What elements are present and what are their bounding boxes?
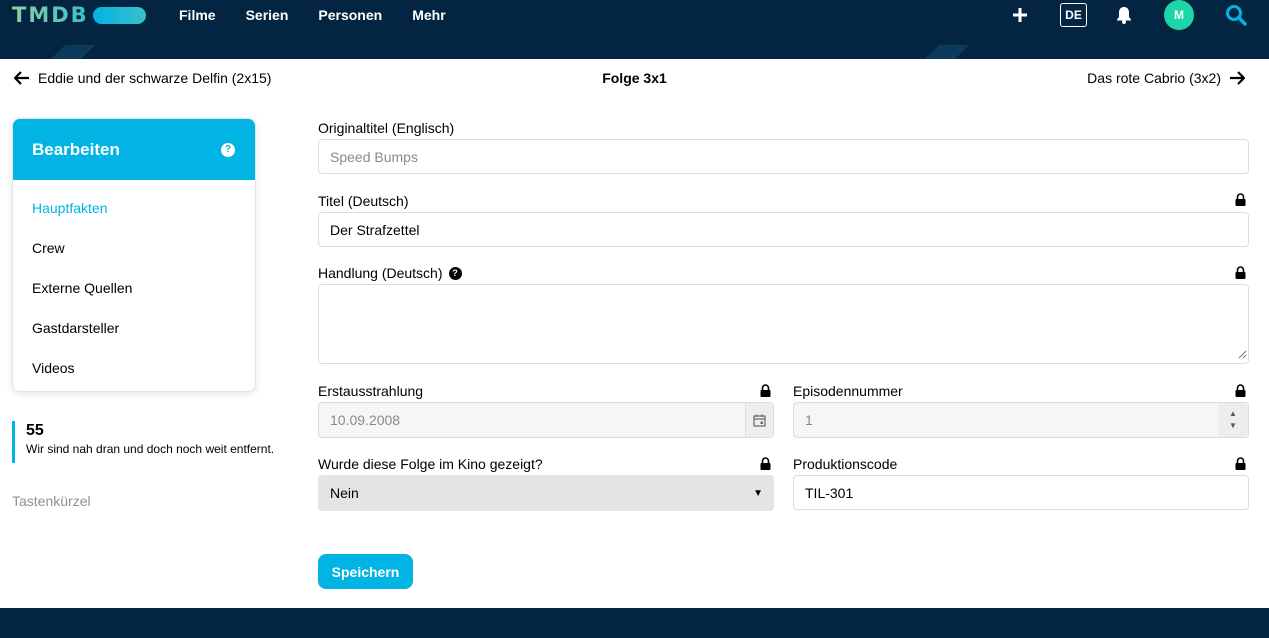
stepper-up-icon[interactable]: ▲ [1229,408,1237,420]
progress-number: 55 [26,422,44,439]
original-title-input[interactable]: Speed Bumps [318,139,1249,174]
title-label: Titel (Deutsch) [318,193,409,209]
lock-icon[interactable] [1235,266,1246,279]
logo-text: TMDB [12,3,89,27]
completion-progress: 55 Wir sind nah dran und doch noch weit … [12,421,274,463]
nav-people[interactable]: Personen [318,7,382,23]
arrow-right-icon [1229,71,1245,85]
next-episode-label: Das rote Cabrio (3x2) [1087,70,1221,86]
help-icon[interactable]: ? [448,266,462,280]
logo-pill-shape [92,6,146,24]
lock-icon[interactable] [1235,457,1246,470]
bell-icon[interactable] [1116,6,1132,29]
next-episode-link[interactable]: Das rote Cabrio (3x2) [1087,70,1245,86]
in-cinema-value: Nein [330,485,359,501]
sidebar-item-crew[interactable]: Crew [13,228,255,268]
header-stripe-left [51,45,95,59]
help-icon[interactable]: ? [221,142,235,157]
production-code-input[interactable]: TIL-301 [793,475,1249,510]
sidebar-item-guest-stars[interactable]: Gastdarsteller [13,308,255,348]
air-date-input[interactable]: 10.09.2008 [318,402,774,438]
language-button[interactable]: DE [1060,3,1087,27]
production-code-label: Produktionscode [793,456,898,472]
stepper-down-icon[interactable]: ▼ [1229,420,1237,432]
top-header: TMDB Filme Serien Personen Mehr DE M [0,0,1269,59]
previous-episode-label: Eddie und der schwarze Delfin (2x15) [38,70,272,86]
lock-icon[interactable] [760,457,771,470]
sidebar-item-external-ids[interactable]: Externe Quellen [13,268,255,308]
keyboard-shortcuts-link[interactable]: Tastenkürzel [12,493,91,509]
sidebar-title: Bearbeiten [32,139,120,159]
lock-icon[interactable] [1235,384,1246,397]
overview-textarea[interactable] [318,284,1249,364]
progress-text: Wir sind nah dran und doch noch weit ent… [26,442,275,456]
previous-episode-link[interactable]: Eddie und der schwarze Delfin (2x15) [14,70,271,86]
resize-handle-icon[interactable] [1238,346,1247,362]
episode-number-value: 1 [805,412,813,428]
sidebar-item-videos[interactable]: Videos [13,348,255,388]
search-icon[interactable] [1225,4,1247,31]
episode-number-label: Episodennummer [793,383,903,399]
title-input[interactable]: Der Strafzettel [318,212,1249,247]
calendar-icon[interactable] [745,403,773,437]
plus-icon[interactable] [1012,3,1028,29]
nav-more[interactable]: Mehr [412,7,445,23]
nav-series[interactable]: Serien [246,7,289,23]
air-date-value: 10.09.2008 [330,412,401,428]
in-cinema-select[interactable]: Nein ▼ [318,475,774,511]
number-stepper[interactable]: ▲ ▼ [1218,403,1248,437]
lock-icon[interactable] [760,384,771,397]
main-nav: Filme Serien Personen Mehr [179,7,476,23]
save-button[interactable]: Speichern [318,554,413,589]
page-footer [0,608,1269,638]
in-cinema-label: Wurde diese Folge im Kino gezeigt? [318,456,543,472]
sidebar-menu: Hauptfakten Crew Externe Quellen Gastdar… [13,180,255,388]
sidebar-header: Bearbeiten ? [13,119,255,180]
sidebar-item-main-facts[interactable]: Hauptfakten [13,188,255,228]
caret-down-icon: ▼ [753,488,763,499]
nav-movies[interactable]: Filme [179,7,216,23]
lock-icon[interactable] [1235,193,1246,206]
tmdb-logo[interactable]: TMDB [12,3,146,27]
episode-number-input[interactable]: 1 ▲ ▼ [793,402,1249,438]
overview-label: Handlung (Deutsch) [318,265,443,281]
original-title-label: Originaltitel (Englisch) [318,120,455,136]
user-avatar[interactable]: M [1164,0,1194,30]
overview-label-row: Handlung (Deutsch) ? [318,265,462,281]
edit-sidebar: Bearbeiten ? Hauptfakten Crew Externe Qu… [12,118,256,392]
arrow-left-icon [14,71,30,85]
air-date-label: Erstausstrahlung [318,383,424,399]
header-stripe-right [925,45,969,59]
